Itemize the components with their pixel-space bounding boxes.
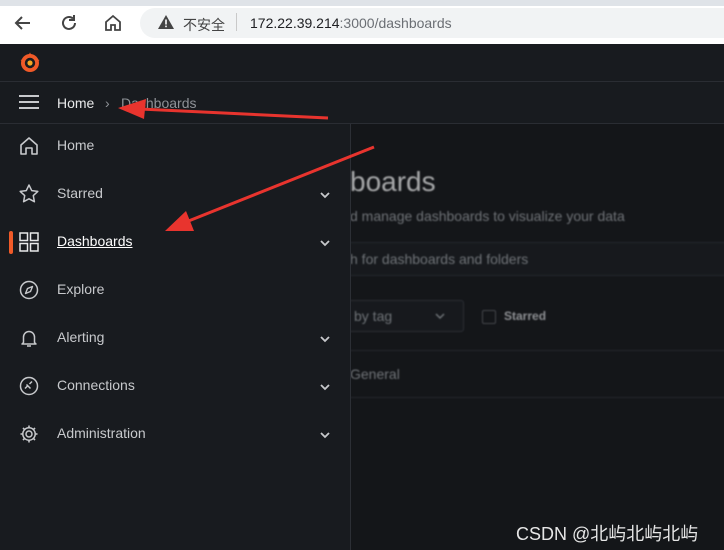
folder-row[interactable]: General — [350, 350, 724, 398]
sidebar-item-connections[interactable]: Connections — [0, 364, 350, 408]
warning-icon[interactable] — [156, 13, 176, 31]
browser-toolbar: 不安全 172.22.39.214:3000/dashboards — [0, 0, 724, 44]
home-icon — [20, 137, 38, 155]
sidebar-item-label: Alerting — [57, 329, 105, 345]
search-input[interactable]: h for dashboards and folders — [350, 242, 724, 276]
address-separator — [236, 13, 237, 31]
sidebar-item-explore[interactable]: Explore — [0, 268, 350, 312]
breadcrumb-current[interactable]: Dashboards — [121, 95, 197, 111]
star-icon — [19, 184, 39, 203]
reload-icon[interactable] — [58, 12, 80, 34]
sidebar-item-dashboards[interactable]: Dashboards — [0, 220, 350, 264]
chevron-down-icon[interactable] — [318, 332, 332, 346]
sidebar-item-administration[interactable]: Administration — [0, 412, 350, 456]
sidebar-menu: Home Starred Dashboards Explore Alerting — [0, 124, 351, 550]
sidebar-item-label: Connections — [57, 377, 135, 393]
sidebar-item-label: Starred — [57, 185, 103, 201]
search-placeholder: h for dashboards and folders — [350, 251, 529, 267]
sidebar-item-label: Explore — [57, 281, 105, 297]
grid-icon — [19, 232, 39, 252]
browser-top-strip — [0, 0, 724, 6]
chevron-down-icon — [435, 313, 445, 320]
url-path: :3000/dashboards — [339, 15, 452, 31]
sidebar-item-starred[interactable]: Starred — [0, 172, 350, 216]
starred-filter-label: Starred — [504, 309, 547, 323]
compass-icon — [19, 280, 39, 300]
chevron-down-icon[interactable] — [318, 236, 332, 250]
gear-icon — [20, 425, 38, 443]
active-indicator — [9, 231, 13, 254]
top-bar — [0, 44, 724, 82]
security-label[interactable]: 不安全 — [183, 15, 225, 35]
starred-checkbox[interactable] — [482, 310, 496, 324]
chevron-down-icon[interactable] — [318, 380, 332, 394]
sidebar-item-label: Administration — [57, 425, 146, 441]
url-host: 172.22.39.214 — [250, 15, 340, 31]
sidebar-item-home[interactable]: Home — [0, 124, 350, 168]
tag-filter-select[interactable]: by tag — [350, 300, 464, 332]
sidebar-item-alerting[interactable]: Alerting — [0, 316, 350, 360]
back-icon[interactable] — [12, 12, 34, 34]
dashboards-main-panel: boards d manage dashboards to visualize … — [350, 124, 724, 550]
breadcrumb-home[interactable]: Home — [57, 95, 94, 111]
grafana-logo-icon[interactable] — [18, 51, 42, 75]
chevron-down-icon[interactable] — [318, 188, 332, 202]
tag-filter-label: by tag — [354, 308, 393, 324]
folder-name: General — [350, 366, 400, 382]
breadcrumb: Home › Dashboards — [0, 82, 724, 124]
bell-icon — [21, 330, 37, 347]
breadcrumb-separator: › — [105, 95, 110, 111]
page-title: boards — [350, 166, 436, 197]
link-icon — [19, 376, 39, 396]
grafana-app: Home › Dashboards boards d manage dashbo… — [0, 44, 724, 550]
home-button-icon[interactable] — [102, 12, 124, 34]
sidebar-item-label: Home — [57, 137, 95, 153]
page-subtitle: d manage dashboards to visualize your da… — [350, 208, 625, 224]
sidebar-item-label: Dashboards — [57, 233, 133, 249]
watermark: CSDN @北屿北屿北屿 — [516, 524, 699, 544]
url-text[interactable]: 172.22.39.214:3000/dashboards — [250, 15, 452, 31]
menu-icon[interactable] — [17, 92, 41, 112]
chevron-down-icon[interactable] — [318, 428, 332, 442]
